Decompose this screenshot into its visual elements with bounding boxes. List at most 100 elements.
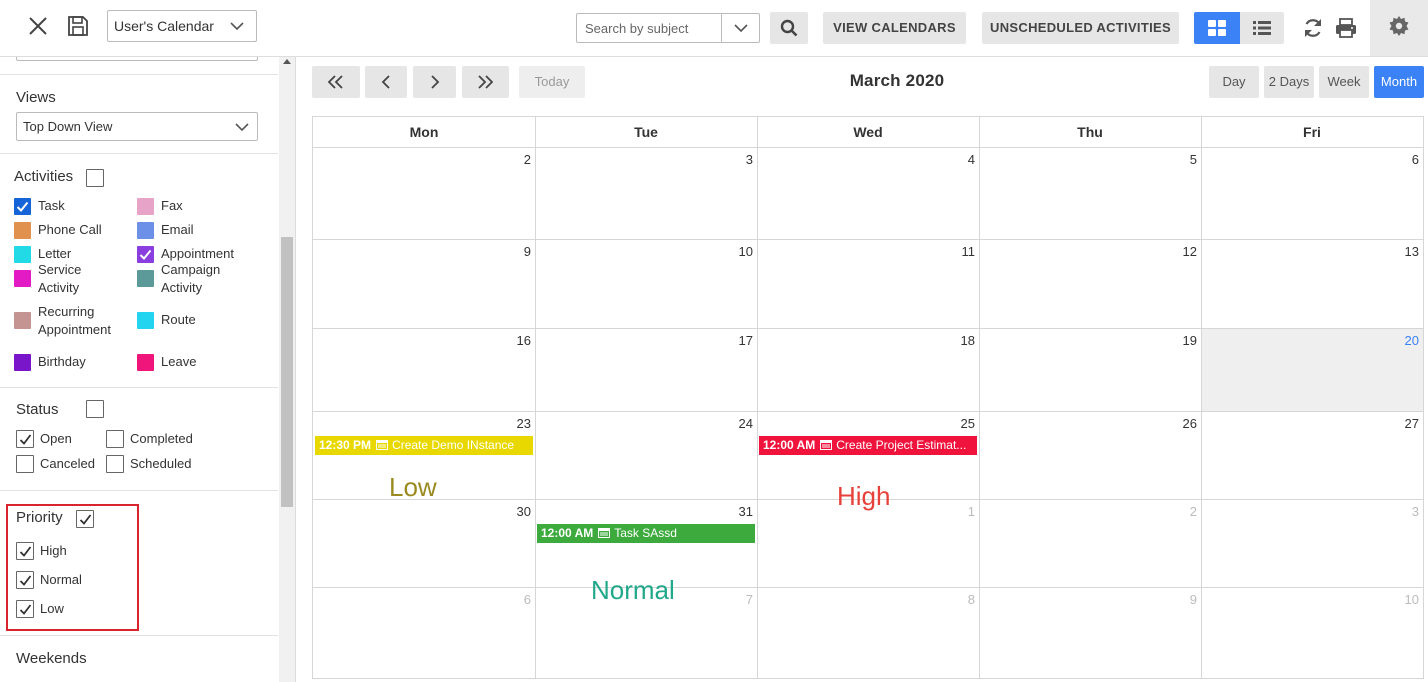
activity-color-checkbox[interactable] (137, 198, 154, 215)
activity-color-checkbox[interactable] (137, 222, 154, 239)
status-completed-checkbox[interactable] (106, 430, 124, 448)
day-number[interactable]: 27 (1301, 416, 1419, 431)
views-heading: Views (16, 89, 56, 106)
weekday-header: Mon (409, 124, 439, 140)
view-calendars-button[interactable]: VIEW CALENDARS (823, 12, 966, 44)
views-select[interactable]: Top Down View (16, 112, 258, 141)
activity-color-checkbox[interactable] (14, 246, 31, 263)
calendar-event[interactable]: 12:00 AM Create Project Estimat... (759, 436, 977, 455)
day-number[interactable]: 9 (1079, 592, 1197, 607)
day-number[interactable]: 9 (413, 244, 531, 259)
status-scheduled-checkbox[interactable] (106, 455, 124, 473)
activity-color-checkbox[interactable] (14, 270, 31, 287)
calendar-event[interactable]: 12:00 AM Task SAssd (537, 524, 755, 543)
day-number[interactable]: 5 (1079, 152, 1197, 167)
priority-high-checkbox[interactable] (16, 542, 34, 560)
activity-color-checkbox[interactable] (14, 354, 31, 371)
activity-color-checkbox[interactable] (14, 198, 31, 215)
day-number[interactable]: 6 (1301, 152, 1419, 167)
calendar-event[interactable]: 12:30 PM Create Demo INstance (315, 436, 533, 455)
day-number[interactable]: 10 (635, 244, 753, 259)
day-number[interactable]: 30 (413, 504, 531, 519)
activity-label: Recurring Appointment (38, 303, 111, 339)
refresh-icon[interactable] (1302, 17, 1324, 39)
day-number[interactable]: 4 (857, 152, 975, 167)
range-day-button[interactable]: Day (1209, 66, 1259, 98)
event-title: Task SAssd (614, 526, 677, 540)
status-completed-label: Completed (130, 431, 193, 446)
priority-low-checkbox[interactable] (16, 600, 34, 618)
prev-month-button[interactable] (365, 66, 407, 98)
calendar-select[interactable]: User's Calendar (107, 10, 257, 42)
search-button[interactable] (770, 12, 808, 44)
status-canceled-checkbox[interactable] (16, 455, 34, 473)
chevron-down-icon (230, 22, 244, 31)
day-number[interactable]: 18 (857, 333, 975, 348)
activity-color-checkbox[interactable] (137, 312, 154, 329)
day-number[interactable]: 25 (857, 416, 975, 431)
activity-label-line: Task (38, 198, 65, 213)
day-number[interactable]: 2 (1079, 504, 1197, 519)
day-number[interactable]: 17 (635, 333, 753, 348)
day-number[interactable]: 3 (635, 152, 753, 167)
settings-button[interactable] (1370, 0, 1428, 56)
activity-label: Campaign Activity (161, 261, 220, 297)
status-open-checkbox[interactable] (16, 430, 34, 448)
activities-all-checkbox[interactable] (86, 169, 104, 187)
day-number[interactable]: 3 (1301, 504, 1419, 519)
activity-label-line: Birthday (38, 354, 86, 369)
list-view-button[interactable] (1240, 12, 1284, 44)
day-number[interactable]: 6 (413, 592, 531, 607)
activity-color-checkbox[interactable] (137, 354, 154, 371)
prev-year-button[interactable] (312, 66, 360, 98)
close-icon[interactable] (26, 14, 50, 38)
activity-color-checkbox[interactable] (14, 222, 31, 239)
weekday-header: Thu (1077, 124, 1103, 140)
list-icon (1253, 21, 1271, 35)
range-2days-button[interactable]: 2 Days (1264, 66, 1314, 98)
range-month-button[interactable]: Month (1374, 66, 1424, 98)
day-number[interactable]: 20 (1301, 333, 1419, 348)
search-icon (780, 19, 798, 37)
day-number[interactable]: 16 (413, 333, 531, 348)
search-dropdown-button[interactable] (721, 14, 759, 42)
priority-normal-checkbox[interactable] (16, 571, 34, 589)
day-number[interactable]: 24 (635, 416, 753, 431)
day-number[interactable]: 23 (413, 416, 531, 431)
filter-sidebar: Views Top Down View Activities Task Fax Ph… (0, 57, 296, 682)
views-select-value: Top Down View (23, 119, 113, 134)
day-number[interactable]: 11 (857, 244, 976, 259)
today-button[interactable]: Today (519, 66, 585, 98)
activity-color-checkbox[interactable] (137, 270, 154, 287)
grid-icon (1208, 20, 1226, 36)
priority-all-checkbox[interactable] (76, 510, 94, 528)
print-icon[interactable] (1335, 17, 1357, 39)
checkmark-icon (79, 514, 92, 525)
status-all-checkbox[interactable] (86, 400, 104, 418)
sidebar-top-field[interactable] (16, 57, 258, 61)
activity-color-checkbox[interactable] (137, 246, 154, 263)
day-number[interactable]: 2 (413, 152, 531, 167)
next-month-button[interactable] (413, 66, 456, 98)
grid-view-button[interactable] (1194, 12, 1240, 44)
day-number[interactable]: 12 (1079, 244, 1197, 259)
day-number[interactable]: 8 (857, 592, 975, 607)
next-year-button[interactable] (462, 66, 509, 98)
scroll-up-arrow-icon[interactable] (283, 59, 291, 64)
scrollbar-thumb[interactable] (281, 237, 293, 507)
range-week-button[interactable]: Week (1319, 66, 1369, 98)
activity-color-checkbox[interactable] (14, 312, 31, 329)
divider (0, 635, 278, 636)
status-scheduled-label: Scheduled (130, 456, 192, 471)
checkmark-icon (19, 575, 32, 586)
event-type-icon (376, 437, 389, 455)
day-number[interactable]: 26 (1079, 416, 1197, 431)
day-number[interactable]: 13 (1301, 244, 1419, 259)
save-icon[interactable] (66, 14, 90, 38)
search-input[interactable] (577, 14, 721, 42)
day-number[interactable]: 31 (635, 504, 753, 519)
sidebar-scrollbar[interactable] (279, 57, 295, 682)
day-number[interactable]: 10 (1301, 592, 1419, 607)
day-number[interactable]: 19 (1079, 333, 1197, 348)
unscheduled-activities-button[interactable]: UNSCHEDULED ACTIVITIES (982, 12, 1179, 44)
